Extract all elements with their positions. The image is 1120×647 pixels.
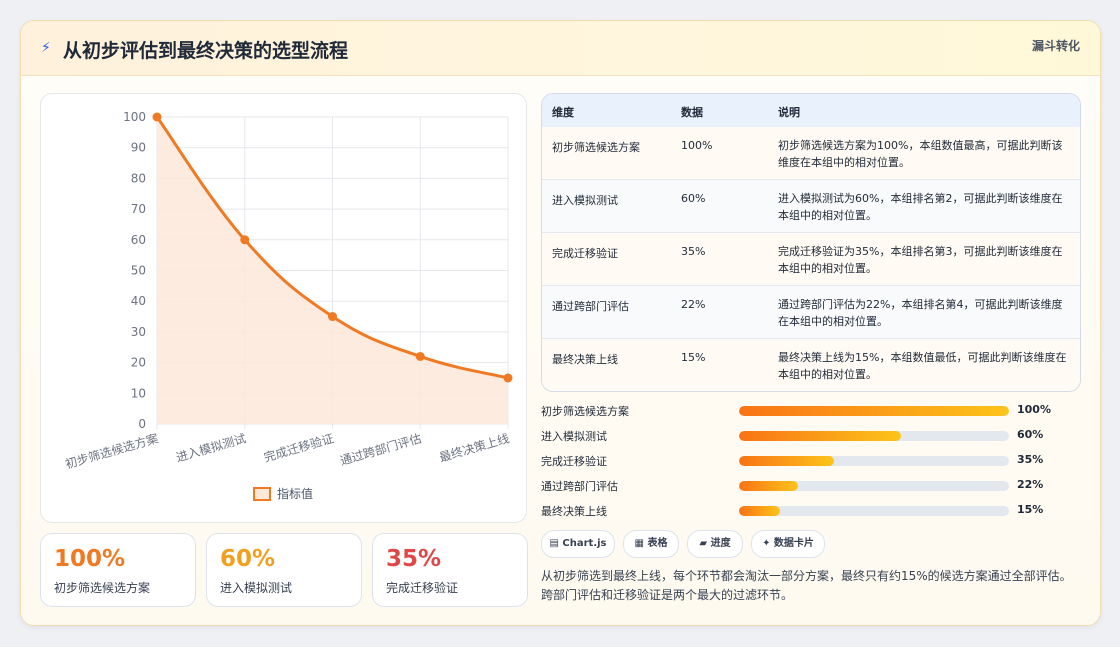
progress-value: 60% — [1017, 428, 1044, 441]
cell-value: 60% — [681, 192, 706, 205]
progress-value: 15% — [1017, 503, 1044, 516]
cell-description: 完成迁移验证为35%，本组排名第3，可据此判断该维度在本组中的相对位置。 — [778, 245, 1063, 275]
progress-row: 最终决策上线 15% — [541, 501, 1079, 521]
chip-progress[interactable]: ▰ 进度 — [687, 530, 743, 558]
y-tick-label: 60 — [131, 233, 146, 247]
table-header: 维度 数据 说明 — [542, 94, 1080, 128]
progress-track — [739, 431, 1009, 441]
column-header: 说明 — [778, 106, 800, 119]
progress-label: 完成迁移验证 — [541, 455, 607, 468]
y-tick-label: 10 — [131, 386, 146, 400]
x-tick-label: 完成迁移验证 — [262, 430, 335, 464]
kpi-label: 完成迁移验证 — [386, 581, 459, 595]
y-tick-label: 80 — [131, 171, 146, 185]
progress-track — [739, 456, 1009, 466]
progress-label: 进入模拟测试 — [541, 430, 607, 443]
progress-fill — [739, 456, 834, 466]
cell-dimension: 最终决策上线 — [552, 353, 618, 366]
cell-description: 通过跨部门评估为22%，本组排名第4，可据此判断该维度在本组中的相对位置。 — [778, 298, 1063, 328]
progress-row: 完成迁移验证 35% — [541, 451, 1079, 471]
kpi-label: 进入模拟测试 — [220, 581, 293, 595]
bolt-icon: ⚡ — [41, 40, 51, 56]
progress-value: 22% — [1017, 478, 1044, 491]
table-row: 完成迁移验证 35% 完成迁移验证为35%，本组排名第3，可据此判断该维度在本组… — [542, 233, 1080, 286]
cell-dimension: 完成迁移验证 — [552, 247, 618, 260]
cell-value: 15% — [681, 351, 706, 364]
y-tick-label: 20 — [131, 356, 146, 370]
summary-text: 从初步筛选到最终上线，每个环节都会淘汰一部分方案，最终只有约15%的候选方案通过… — [541, 569, 1072, 602]
progress-label: 通过跨部门评估 — [541, 480, 618, 493]
kpi-label: 初步筛选候选方案 — [54, 581, 151, 595]
x-tick-label: 最终决策上线 — [437, 430, 510, 464]
progress-fill — [739, 506, 780, 516]
header-bar: ⚡ 从初步评估到最终决策的选型流程 漏斗转化 — [21, 21, 1100, 76]
chip-data-card[interactable]: ✦ 数据卡片 — [751, 530, 825, 558]
column-header: 数据 — [681, 106, 703, 119]
kpi-card: 35% 完成迁移验证 — [372, 533, 528, 607]
data-point — [328, 312, 337, 322]
progress-fill — [739, 431, 901, 441]
progress-value: 100% — [1017, 403, 1051, 416]
progress-track — [739, 406, 1009, 416]
cell-description: 初步筛选候选方案为100%，本组数值最高，可据此判断该维度在本组中的相对位置。 — [778, 139, 1063, 169]
y-tick-label: 70 — [131, 202, 146, 216]
cell-description: 进入模拟测试为60%，本组排名第2，可据此判断该维度在本组中的相对位置。 — [778, 192, 1063, 222]
legend-swatch — [253, 487, 271, 501]
table-row: 通过跨部门评估 22% 通过跨部门评估为22%，本组排名第4，可据此判断该维度在… — [542, 286, 1080, 339]
cell-description: 最终决策上线为15%，本组数值最低，可据此判断该维度在本组中的相对位置。 — [778, 351, 1067, 381]
x-tick-label: 通过跨部门评估 — [338, 430, 423, 468]
y-tick-label: 30 — [131, 325, 146, 339]
data-point — [503, 373, 513, 383]
progress-label: 最终决策上线 — [541, 505, 607, 518]
progress-fill — [739, 406, 1009, 416]
cell-dimension: 初步筛选候选方案 — [552, 141, 640, 154]
cell-value: 22% — [681, 298, 706, 311]
progress-label: 初步筛选候选方案 — [541, 405, 629, 418]
kpi-card: 60% 进入模拟测试 — [206, 533, 362, 607]
cell-dimension: 进入模拟测试 — [552, 194, 618, 207]
chart-panel: 0 10 20 30 40 50 60 70 80 90 100 初步筛选候选方案 进入模拟测试 完成迁移… — [40, 93, 527, 523]
table-row: 进入模拟测试 60% 进入模拟测试为60%，本组排名第2，可据此判断该维度在本组… — [542, 180, 1080, 233]
progress-row: 进入模拟测试 60% — [541, 426, 1079, 446]
progress-row: 初步筛选候选方案 100% — [541, 401, 1079, 421]
kpi-value: 60% — [220, 546, 276, 572]
table-row: 初步筛选候选方案 100% 初步筛选候选方案为100%，本组数值最高，可据此判断… — [542, 127, 1080, 180]
progress-fill — [739, 481, 799, 491]
kpi-value: 35% — [386, 546, 442, 572]
y-tick-label: 100 — [123, 110, 146, 124]
table-row: 最终决策上线 15% 最终决策上线为15%，本组数值最低，可据此判断该维度在本组… — [542, 339, 1080, 391]
kpi-value: 100% — [54, 546, 126, 572]
progress-track — [739, 481, 1009, 491]
data-point — [152, 112, 162, 122]
chip-table[interactable]: ▦ 表格 — [623, 530, 679, 558]
cell-value: 35% — [681, 245, 706, 258]
y-tick-label: 90 — [131, 141, 146, 155]
funnel-tag: 漏斗转化 — [1031, 39, 1080, 53]
x-tick-label: 初步筛选候选方案 — [63, 430, 159, 471]
column-header: 维度 — [552, 106, 574, 119]
y-tick-label: 50 — [131, 264, 146, 278]
y-tick-label: 40 — [131, 294, 146, 308]
dashboard-card: ⚡ 从初步评估到最终决策的选型流程 漏斗转化 0 10 20 30 40 50 60 70 80… — [20, 20, 1101, 626]
progress-row: 通过跨部门评估 22% — [541, 476, 1079, 496]
y-tick-label: 0 — [138, 417, 146, 431]
cell-value: 100% — [681, 139, 713, 152]
data-point — [240, 235, 250, 245]
legend-label: 指标值 — [277, 486, 313, 501]
data-table: 维度 数据 说明 初步筛选候选方案 100% 初步筛选候选方案为100%，本组数… — [541, 93, 1081, 392]
progress-value: 35% — [1017, 453, 1044, 466]
x-tick-label: 进入模拟测试 — [174, 430, 247, 464]
page-title: 从初步评估到最终决策的选型流程 — [63, 40, 349, 62]
cell-dimension: 通过跨部门评估 — [552, 300, 629, 313]
progress-track — [739, 506, 1009, 516]
data-point — [415, 351, 425, 361]
line-chart: 0 10 20 30 40 50 60 70 80 90 100 初步筛选候选方案 进入模拟测试 完成迁移… — [63, 110, 513, 501]
chip-chartjs[interactable]: ▤ Chart.js — [541, 530, 615, 558]
kpi-card: 100% 初步筛选候选方案 — [40, 533, 196, 607]
